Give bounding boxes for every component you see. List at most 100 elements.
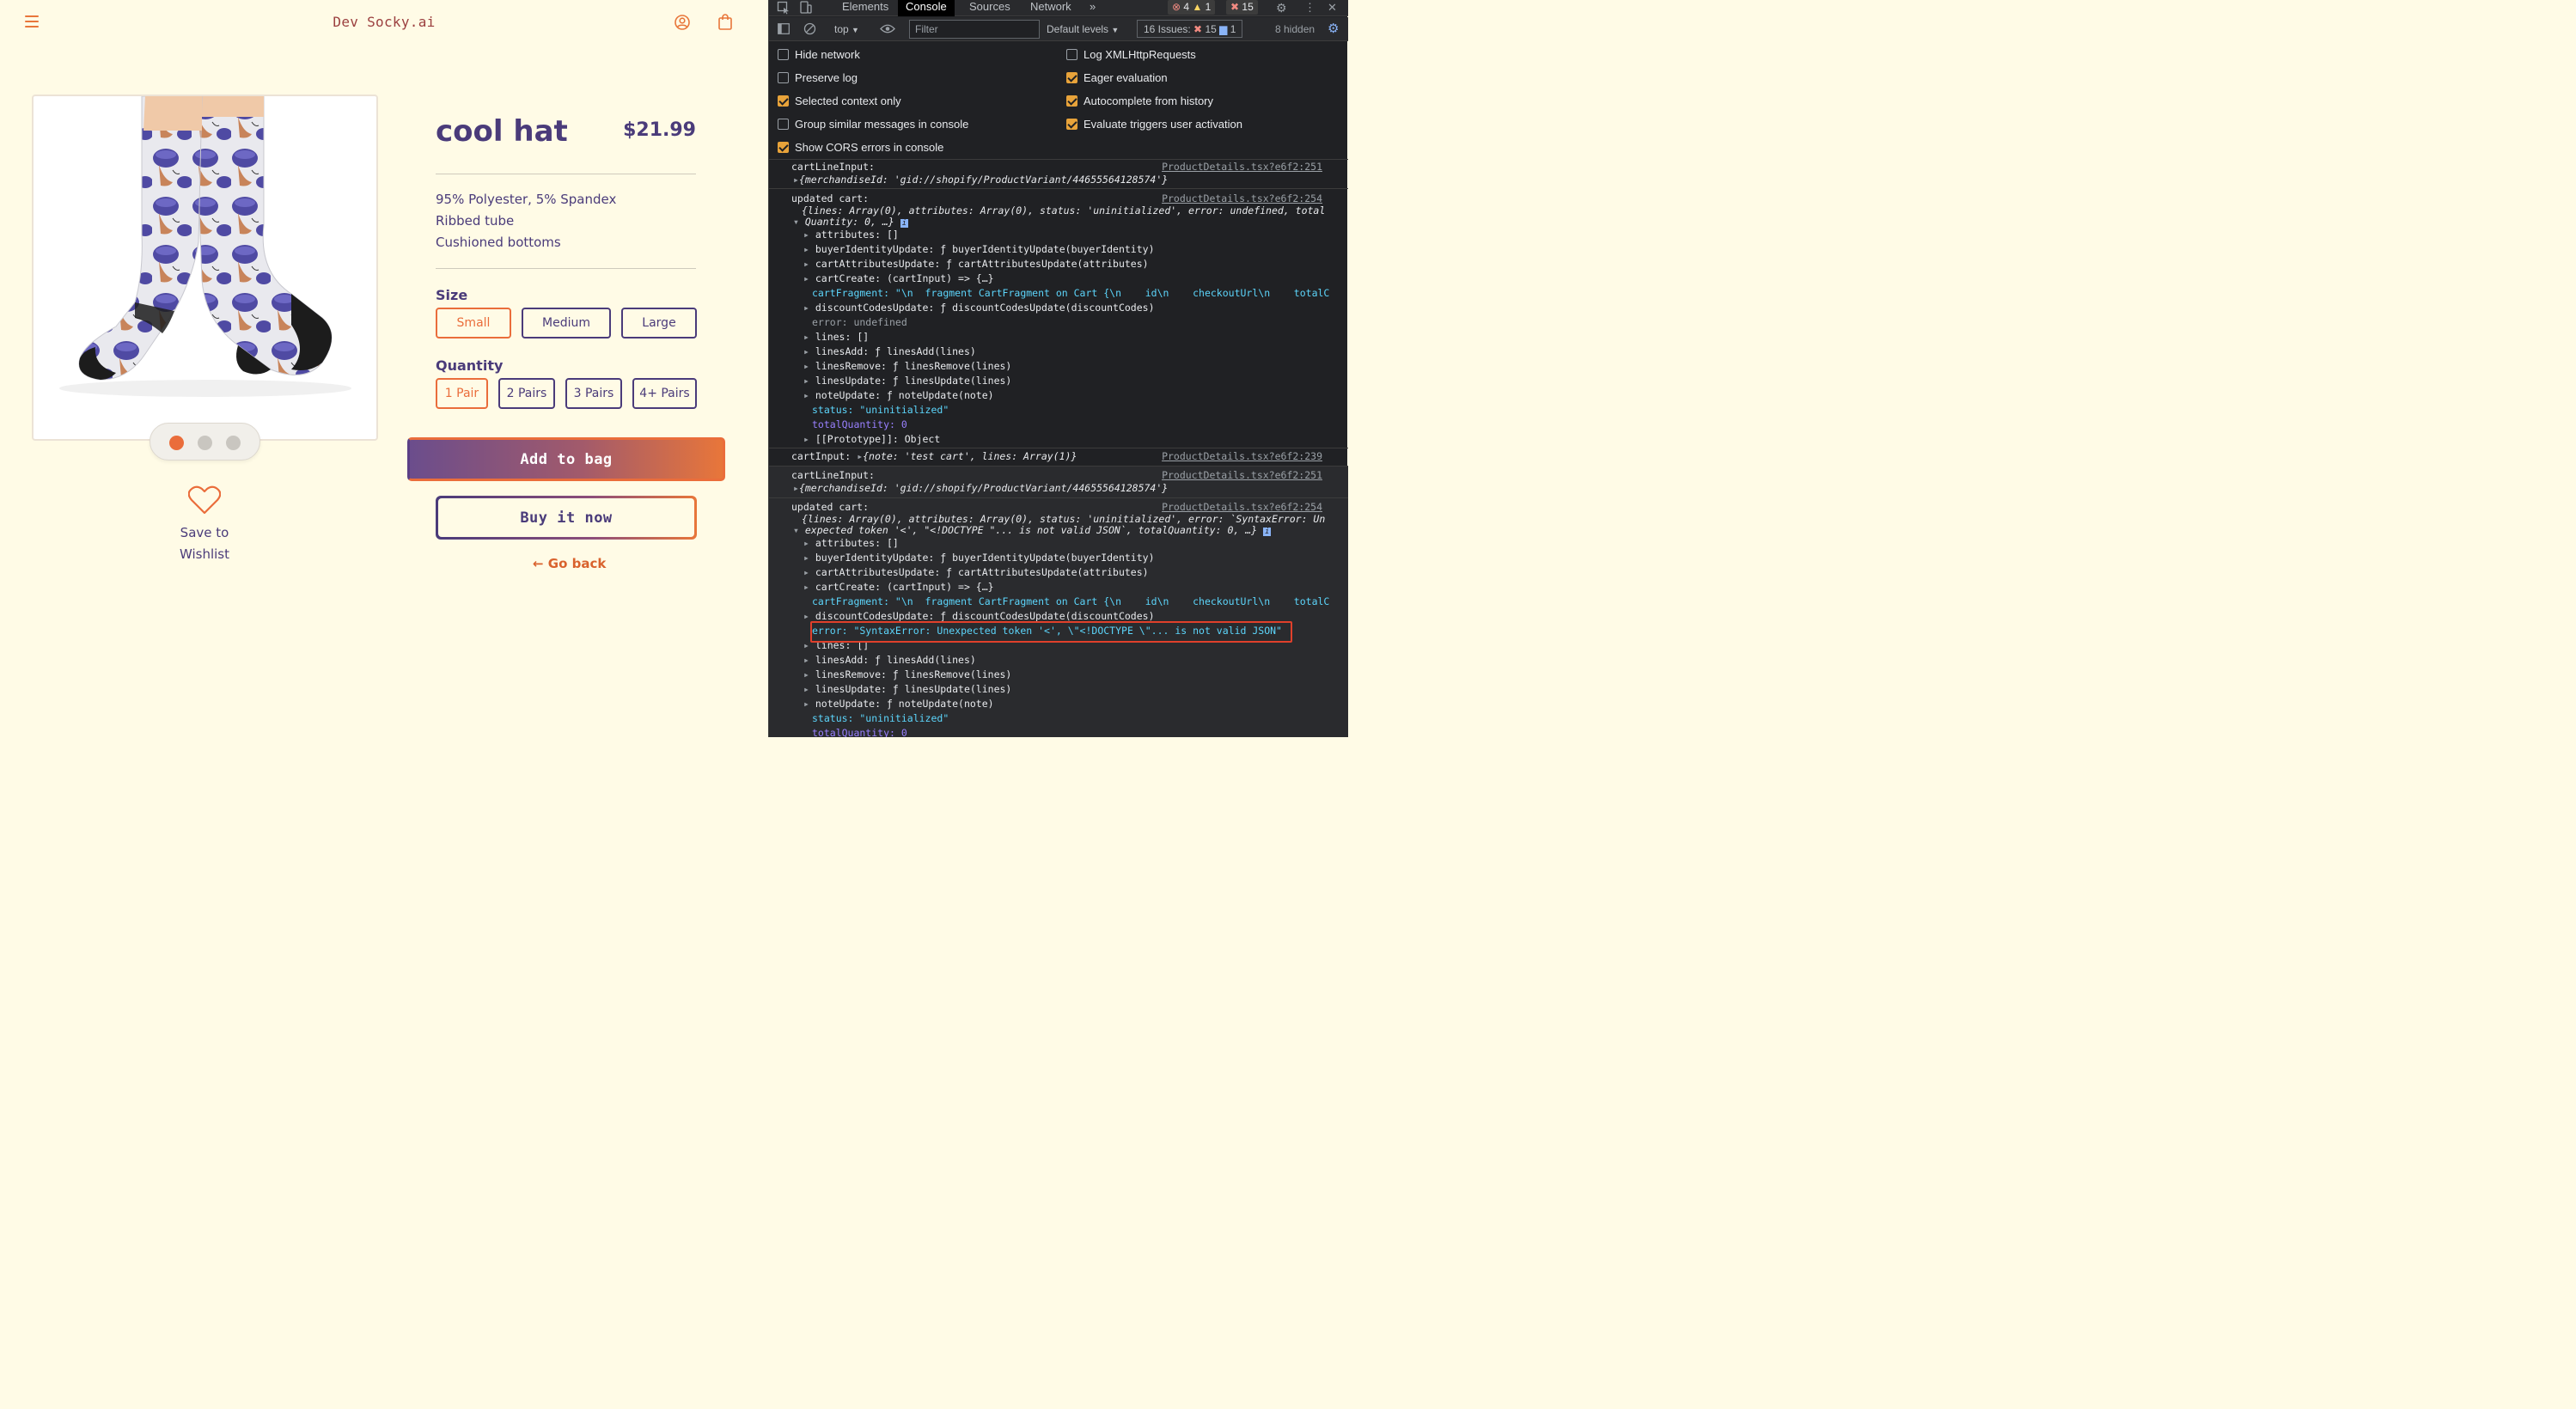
console-output: cartLineInput: ProductDetails.tsx?e6f2:2… (769, 160, 1348, 737)
product-image[interactable] (32, 95, 378, 441)
issue-count: 15 (1242, 1, 1254, 13)
brand-logo[interactable]: Dev Socky.ai (0, 14, 768, 30)
checkbox-label: Hide network (795, 48, 860, 61)
quantity-option-3[interactable]: 3 Pairs (565, 378, 622, 409)
log-summary[interactable]: ▾ expected token '<', "<!DOCTYPE "... is… (793, 524, 1348, 536)
context-select[interactable]: top ▼ (834, 23, 859, 35)
buy-now-button[interactable]: Buy it now (436, 496, 697, 540)
checkbox-checked-icon (778, 142, 789, 153)
issue-error-count: 15 (1205, 23, 1217, 35)
source-link[interactable]: ProductDetails.tsx?e6f2:254 (1162, 501, 1322, 513)
product-title: cool hat (436, 114, 568, 149)
shopping-bag-icon[interactable] (718, 14, 732, 30)
prop-error: error: undefined (812, 316, 907, 328)
kebab-menu-icon[interactable]: ⋮ (1304, 1, 1315, 15)
sock-illustration (59, 96, 351, 397)
source-link[interactable]: ProductDetails.tsx?e6f2:251 (1162, 161, 1322, 173)
device-toolbar-icon[interactable] (800, 1, 812, 15)
issues-button[interactable]: 16 Issues: ✖ 15 ▆ 1 (1137, 20, 1243, 38)
cors-errors-checkbox[interactable]: Show CORS errors in console (778, 141, 943, 154)
group-similar-checkbox[interactable]: Group similar messages in console (778, 118, 968, 131)
quantity-option-2[interactable]: 2 Pairs (498, 378, 555, 409)
prop-status: status: "uninitialized" (812, 404, 949, 416)
prop-lines-update[interactable]: ▸ linesUpdate: ƒ linesUpdate(lines) (803, 375, 1348, 387)
filter-input[interactable]: Filter (909, 20, 1040, 39)
log-object[interactable]: ▸{merchandiseId: 'gid://shopify/ProductV… (793, 174, 1348, 186)
console-settings-gear-icon[interactable]: ⚙ (1328, 21, 1339, 36)
error-warning-badge[interactable]: ⊗ 4 ▲ 1 (1168, 0, 1216, 15)
log-object[interactable]: ▸{merchandiseId: 'gid://shopify/ProductV… (793, 482, 1348, 494)
prop-cart-fragment: cartFragment: "\n fragment CartFragment … (812, 287, 1330, 299)
prop-discount-codes[interactable]: ▸ discountCodesUpdate: ƒ discountCodesUp… (803, 302, 1348, 314)
prop-lines-remove[interactable]: ▸ linesRemove: ƒ linesRemove(lines) (803, 668, 1348, 680)
issue-error-icon: ✖ (1193, 23, 1203, 35)
issues-badge[interactable]: ✖ 15 (1226, 0, 1258, 15)
source-link[interactable]: ProductDetails.tsx?e6f2:251 (1162, 469, 1322, 481)
quantity-option-4plus[interactable]: 4+ Pairs (632, 378, 697, 409)
go-back-link[interactable]: ← Go back (533, 556, 606, 571)
evaluate-triggers-checkbox[interactable]: Evaluate triggers user activation (1066, 118, 1242, 131)
carousel-dot-2[interactable] (198, 436, 212, 450)
prop-note-update[interactable]: ▸ noteUpdate: ƒ noteUpdate(note) (803, 698, 1348, 710)
error-icon: ⊗ (1172, 1, 1181, 13)
prop-lines-add[interactable]: ▸ linesAdd: ƒ linesAdd(lines) (803, 654, 1348, 666)
console-settings: Hide network Preserve log Selected conte… (769, 41, 1348, 160)
prop-note-update[interactable]: ▸ noteUpdate: ƒ noteUpdate(note) (803, 389, 1348, 401)
selected-context-checkbox[interactable]: Selected context only (778, 95, 901, 107)
sidebar-toggle-icon[interactable] (778, 23, 790, 34)
log-summary: {lines: Array(0), attributes: Array(0), … (802, 513, 1326, 525)
checkbox-label: Log XMLHttpRequests (1084, 48, 1196, 61)
prop-discount-codes[interactable]: ▸ discountCodesUpdate: ƒ discountCodesUp… (803, 610, 1348, 622)
checkbox-icon (778, 72, 789, 83)
log-summary[interactable]: ▾ Quantity: 0, …} i (793, 216, 1348, 228)
heart-icon (187, 485, 222, 515)
more-tabs-icon[interactable]: » (1090, 0, 1096, 16)
size-option-large[interactable]: Large (621, 308, 697, 339)
carousel-dot-3[interactable] (226, 436, 241, 450)
inspect-element-icon[interactable] (777, 1, 791, 15)
source-link[interactable]: ProductDetails.tsx?e6f2:254 (1162, 192, 1322, 204)
source-link[interactable]: ProductDetails.tsx?e6f2:239 (1162, 450, 1322, 462)
warning-icon: ▲ (1192, 1, 1203, 13)
tab-console[interactable]: Console (898, 0, 955, 16)
add-to-bag-button[interactable]: Add to bag (407, 437, 725, 481)
prop-attributes[interactable]: ▸ attributes: [] (803, 537, 1348, 549)
tab-elements[interactable]: Elements (842, 0, 888, 16)
quantity-option-1[interactable]: 1 Pair (436, 378, 488, 409)
account-icon[interactable] (675, 15, 690, 30)
prop-cart-create[interactable]: ▸ cartCreate: (cartInput) => {…} (803, 272, 1348, 284)
close-icon[interactable]: ✕ (1328, 1, 1337, 15)
tab-sources[interactable]: Sources (969, 0, 1010, 16)
prop-lines-update[interactable]: ▸ linesUpdate: ƒ linesUpdate(lines) (803, 683, 1348, 695)
log-levels-select[interactable]: Default levels ▼ (1047, 23, 1119, 35)
prop-buyer-identity[interactable]: ▸ buyerIdentityUpdate: ƒ buyerIdentityUp… (803, 243, 1348, 255)
prop-lines-add[interactable]: ▸ linesAdd: ƒ linesAdd(lines) (803, 345, 1348, 357)
issue-icon: ✖ (1230, 1, 1240, 13)
prop-lines-remove[interactable]: ▸ linesRemove: ƒ linesRemove(lines) (803, 360, 1348, 372)
prop-cart-attributes[interactable]: ▸ cartAttributesUpdate: ƒ cartAttributes… (803, 258, 1348, 270)
size-option-medium[interactable]: Medium (522, 308, 611, 339)
carousel-dot-1[interactable] (169, 436, 184, 450)
log-levels-value: Default levels (1047, 23, 1109, 35)
prop-buyer-identity[interactable]: ▸ buyerIdentityUpdate: ƒ buyerIdentityUp… (803, 552, 1348, 564)
hide-network-checkbox[interactable]: Hide network (778, 48, 860, 61)
live-expression-eye-icon[interactable] (880, 24, 895, 34)
prop-prototype[interactable]: ▸ [[Prototype]]: Object (803, 433, 1348, 445)
wishlist-label-line2: Wishlist (179, 546, 230, 562)
size-option-small[interactable]: Small (436, 308, 511, 339)
error-count: 4 (1183, 1, 1190, 13)
carousel-indicator (150, 423, 260, 461)
prop-lines[interactable]: ▸ lines: [] (803, 331, 1348, 343)
prop-attributes[interactable]: ▸ attributes: [] (803, 229, 1348, 241)
prop-cart-create[interactable]: ▸ cartCreate: (cartInput) => {…} (803, 581, 1348, 593)
clear-console-icon[interactable] (803, 22, 816, 35)
save-to-wishlist-button[interactable]: Save to Wishlist (153, 485, 256, 565)
eager-evaluation-checkbox[interactable]: Eager evaluation (1066, 71, 1168, 84)
settings-gear-icon[interactable]: ⚙ (1276, 1, 1287, 15)
description-line: 95% Polyester, 5% Spandex (436, 192, 617, 207)
preserve-log-checkbox[interactable]: Preserve log (778, 71, 858, 84)
prop-cart-attributes[interactable]: ▸ cartAttributesUpdate: ƒ cartAttributes… (803, 566, 1348, 578)
log-xhr-checkbox[interactable]: Log XMLHttpRequests (1066, 48, 1196, 61)
autocomplete-history-checkbox[interactable]: Autocomplete from history (1066, 95, 1213, 107)
tab-network[interactable]: Network (1030, 0, 1071, 16)
